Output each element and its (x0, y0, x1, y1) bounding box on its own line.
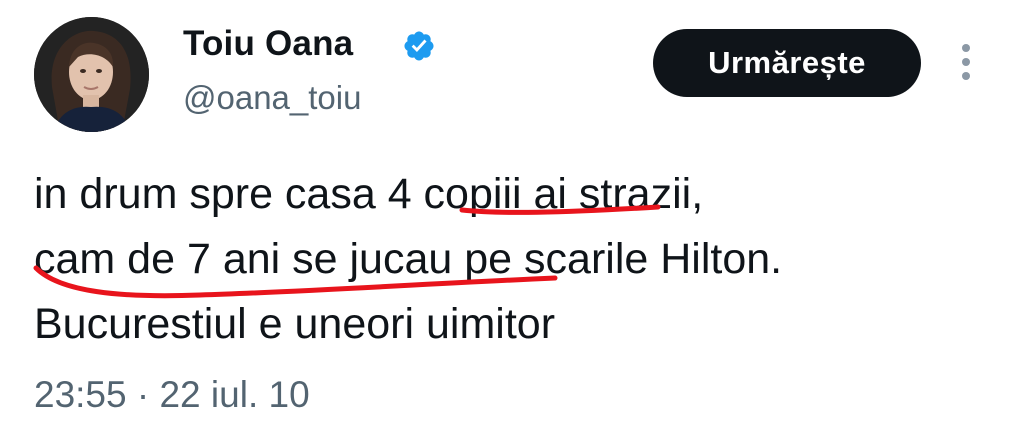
tweet-timestamp[interactable]: 23:55 · 22 iul. 10 (34, 374, 310, 416)
display-name[interactable]: Toiu Oana (183, 24, 353, 64)
more-vertical-icon[interactable] (955, 42, 977, 86)
tweet-text: in drum spre casa 4 copiii ai strazii, c… (34, 162, 994, 357)
timestamp-separator: · (136, 374, 150, 415)
profile-photo (34, 17, 149, 132)
verified-badge-icon (404, 31, 434, 61)
tweet-date: 22 iul. 10 (159, 374, 310, 415)
tweet-text-line: cam de 7 ani se jucau pe scarile Hilton. (34, 235, 783, 283)
tweet-text-line: in drum spre casa 4 copiii ai strazii, (34, 170, 704, 218)
tweet-time: 23:55 (34, 374, 127, 415)
tweet-text-line: Bucurestiul e uneori uimitor (34, 300, 556, 348)
avatar[interactable] (34, 17, 149, 132)
tweet-card: Toiu Oana @oana_toiu Urmărește in drum s… (0, 0, 1024, 438)
user-handle[interactable]: @oana_toiu (183, 79, 361, 117)
follow-button[interactable]: Urmărește (653, 29, 921, 97)
